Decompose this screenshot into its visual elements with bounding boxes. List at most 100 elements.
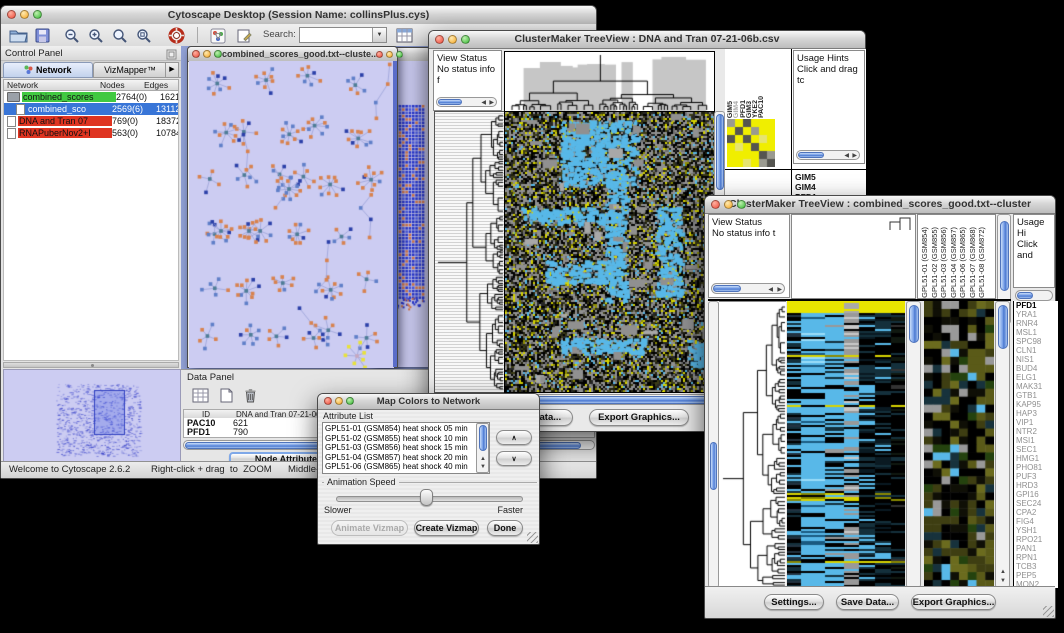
zoom-button[interactable] xyxy=(214,50,222,58)
main-titlebar[interactable]: Cytoscape Desktop (Session Name: collins… xyxy=(1,6,596,25)
gene-label[interactable]: VIP1 xyxy=(1016,418,1058,427)
scroll-down-icon[interactable]: ▼ xyxy=(480,464,486,471)
similarity-matrix-canvas[interactable] xyxy=(727,119,775,167)
network-list-row[interactable]: combined_sco2569(6)13112(15) xyxy=(4,103,178,115)
tab-vizmapper[interactable]: VizMapper™ xyxy=(93,62,167,78)
network-list-row[interactable]: combined_scores2764(0)16218(0) xyxy=(4,91,178,103)
scroll-up-icon[interactable]: ▲ xyxy=(1000,569,1006,576)
minimize-button[interactable] xyxy=(448,35,457,44)
attribute-item[interactable]: GPL51-04 (GSM857) heat shock 20 min xyxy=(325,453,487,463)
column-label[interactable]: GPL51-01 (GSM854) xyxy=(920,227,930,298)
page-icon[interactable] xyxy=(215,386,237,405)
gene-label[interactable]: KAP95 xyxy=(1016,400,1058,409)
gene-label[interactable]: RPO21 xyxy=(1016,535,1058,544)
column-label[interactable]: GPL51-08 (GSM872) xyxy=(977,227,987,298)
attribute-item[interactable]: GPL51-02 (GSM855) heat shock 10 min xyxy=(325,434,487,444)
gene-label[interactable]: HMG1 xyxy=(1016,454,1058,463)
gene-label[interactable]: HRD3 xyxy=(1016,481,1058,490)
column-dendrogram-canvas[interactable] xyxy=(504,51,715,112)
network-import-icon[interactable] xyxy=(207,26,229,45)
tab-network[interactable]: Network xyxy=(3,62,93,78)
column-label[interactable]: GPL51-07 (GSM868) xyxy=(968,227,978,298)
scroll-left-icon[interactable]: ◀ xyxy=(844,153,849,160)
scrollbar-thumb[interactable] xyxy=(716,114,724,190)
gene-label[interactable]: PHO81 xyxy=(1016,463,1058,472)
close-button[interactable] xyxy=(324,397,332,405)
export-graphics-button[interactable]: Export Graphics... xyxy=(911,594,996,610)
help-lifesaver-icon[interactable] xyxy=(165,26,187,45)
scrollbar-thumb[interactable] xyxy=(479,425,487,451)
gene-label[interactable]: HAP3 xyxy=(1016,409,1058,418)
attribute-list-scrollbar[interactable]: ▲ ▼ xyxy=(476,423,489,473)
usage-hints-scrollbar[interactable] xyxy=(1015,290,1053,301)
gene-label[interactable]: RPN1 xyxy=(1016,553,1058,562)
gene-label[interactable]: NIS1 xyxy=(1016,355,1058,364)
gene-label[interactable]: CLN1 xyxy=(1016,346,1058,355)
gene-label[interactable]: PUF3 xyxy=(1016,472,1058,481)
zoom-button[interactable] xyxy=(461,35,470,44)
treeview2-titlebar[interactable]: ClusterMaker TreeView : combined_scores_… xyxy=(705,196,1055,214)
gene-label[interactable]: GPI16 xyxy=(1016,490,1058,499)
view-status-scrollbar[interactable]: ◀ ▶ xyxy=(436,97,497,107)
gene-label[interactable]: PFD1 xyxy=(1016,301,1058,310)
zoom-in-icon[interactable] xyxy=(85,26,107,45)
search-dropdown-arrow-icon[interactable]: ▼ xyxy=(372,28,386,42)
zoom-button[interactable] xyxy=(346,397,354,405)
column-tree-area[interactable] xyxy=(791,214,916,299)
tab-more-arrow[interactable]: ▶ xyxy=(165,62,179,78)
close-button[interactable] xyxy=(192,50,200,58)
close-button[interactable] xyxy=(435,35,444,44)
minimize-button[interactable] xyxy=(203,50,211,58)
treeview1-titlebar[interactable]: ClusterMaker TreeView : DNA and Tran 07-… xyxy=(429,31,865,49)
scrollbar-thumb[interactable] xyxy=(1000,221,1009,291)
gene-label[interactable]: MSL1 xyxy=(1016,328,1058,337)
gene-label[interactable]: NTR2 xyxy=(1016,427,1058,436)
panel-splitter[interactable] xyxy=(3,362,179,368)
usage-hints-scrollbar[interactable]: ◀ ▶ xyxy=(796,150,860,160)
scroll-left-icon[interactable]: ◀ xyxy=(481,100,486,107)
close-button[interactable] xyxy=(711,200,720,209)
network-vscrollbar[interactable] xyxy=(393,61,397,367)
col-edges[interactable]: Edges xyxy=(144,80,168,90)
scroll-right-icon[interactable]: ▶ xyxy=(777,287,782,294)
trash-icon[interactable] xyxy=(239,386,261,405)
network-list-row[interactable]: RNAPuberNov2+I563(0)107847(0) xyxy=(4,127,178,139)
network-window-a[interactable]: combined_scores_good.txt--cluste... xyxy=(187,46,398,368)
create-vizmap-button[interactable]: Create Vizmap xyxy=(414,520,479,536)
column-label[interactable]: GPL51-04 (GSM857) xyxy=(949,227,959,298)
scroll-down-icon[interactable]: ▼ xyxy=(1000,578,1006,585)
gene-label[interactable]: YSH1 xyxy=(1016,526,1058,535)
search-input[interactable] xyxy=(300,28,374,40)
heatmap-vscrollbar[interactable] xyxy=(906,301,921,588)
gene-label[interactable]: BUD4 xyxy=(1016,364,1058,373)
move-down-button[interactable]: ∨ xyxy=(496,451,532,466)
gene-label[interactable]: ELG1 xyxy=(1016,373,1058,382)
zoom-heatmap-canvas[interactable] xyxy=(924,301,994,588)
dendrogram-vscrollbar[interactable] xyxy=(708,301,719,588)
column-label[interactable]: PFD1 xyxy=(740,100,746,118)
gene-label[interactable]: MSI1 xyxy=(1016,436,1058,445)
column-label[interactable]: GPL51-02 (GSM855) xyxy=(930,227,940,298)
done-button[interactable]: Done xyxy=(487,520,523,536)
scrollbar-thumb[interactable] xyxy=(713,285,741,292)
scrollbar-thumb[interactable] xyxy=(535,396,711,404)
gene-label[interactable]: RNR4 xyxy=(1016,319,1058,328)
save-data-button[interactable]: Save Data... xyxy=(836,594,899,610)
gene-label[interactable]: SEC1 xyxy=(1016,445,1058,454)
speed-slider-thumb[interactable] xyxy=(420,489,433,506)
heatmap-canvas[interactable] xyxy=(504,111,715,393)
gene-label[interactable]: PEP5 xyxy=(1016,571,1058,580)
scroll-up-icon[interactable]: ▲ xyxy=(480,456,486,463)
close-button[interactable] xyxy=(7,10,16,19)
attribute-item[interactable]: GPL51-06 (GSM865) heat shock 40 min xyxy=(325,462,487,472)
zoom-vscrollbar[interactable]: ▲ ▼ xyxy=(995,301,1010,588)
zoom-button[interactable] xyxy=(737,200,746,209)
col-network[interactable]: Network xyxy=(7,80,38,90)
minimize-button[interactable] xyxy=(386,51,393,58)
zoom-out-icon[interactable] xyxy=(61,26,83,45)
grid-icon[interactable] xyxy=(189,386,211,405)
gene-label[interactable]: SEC24 xyxy=(1016,499,1058,508)
minimize-button[interactable] xyxy=(20,10,29,19)
network-list-row[interactable]: DNA and Tran 07769(0)183728(0) xyxy=(4,115,178,127)
move-up-button[interactable]: ∧ xyxy=(496,430,532,445)
